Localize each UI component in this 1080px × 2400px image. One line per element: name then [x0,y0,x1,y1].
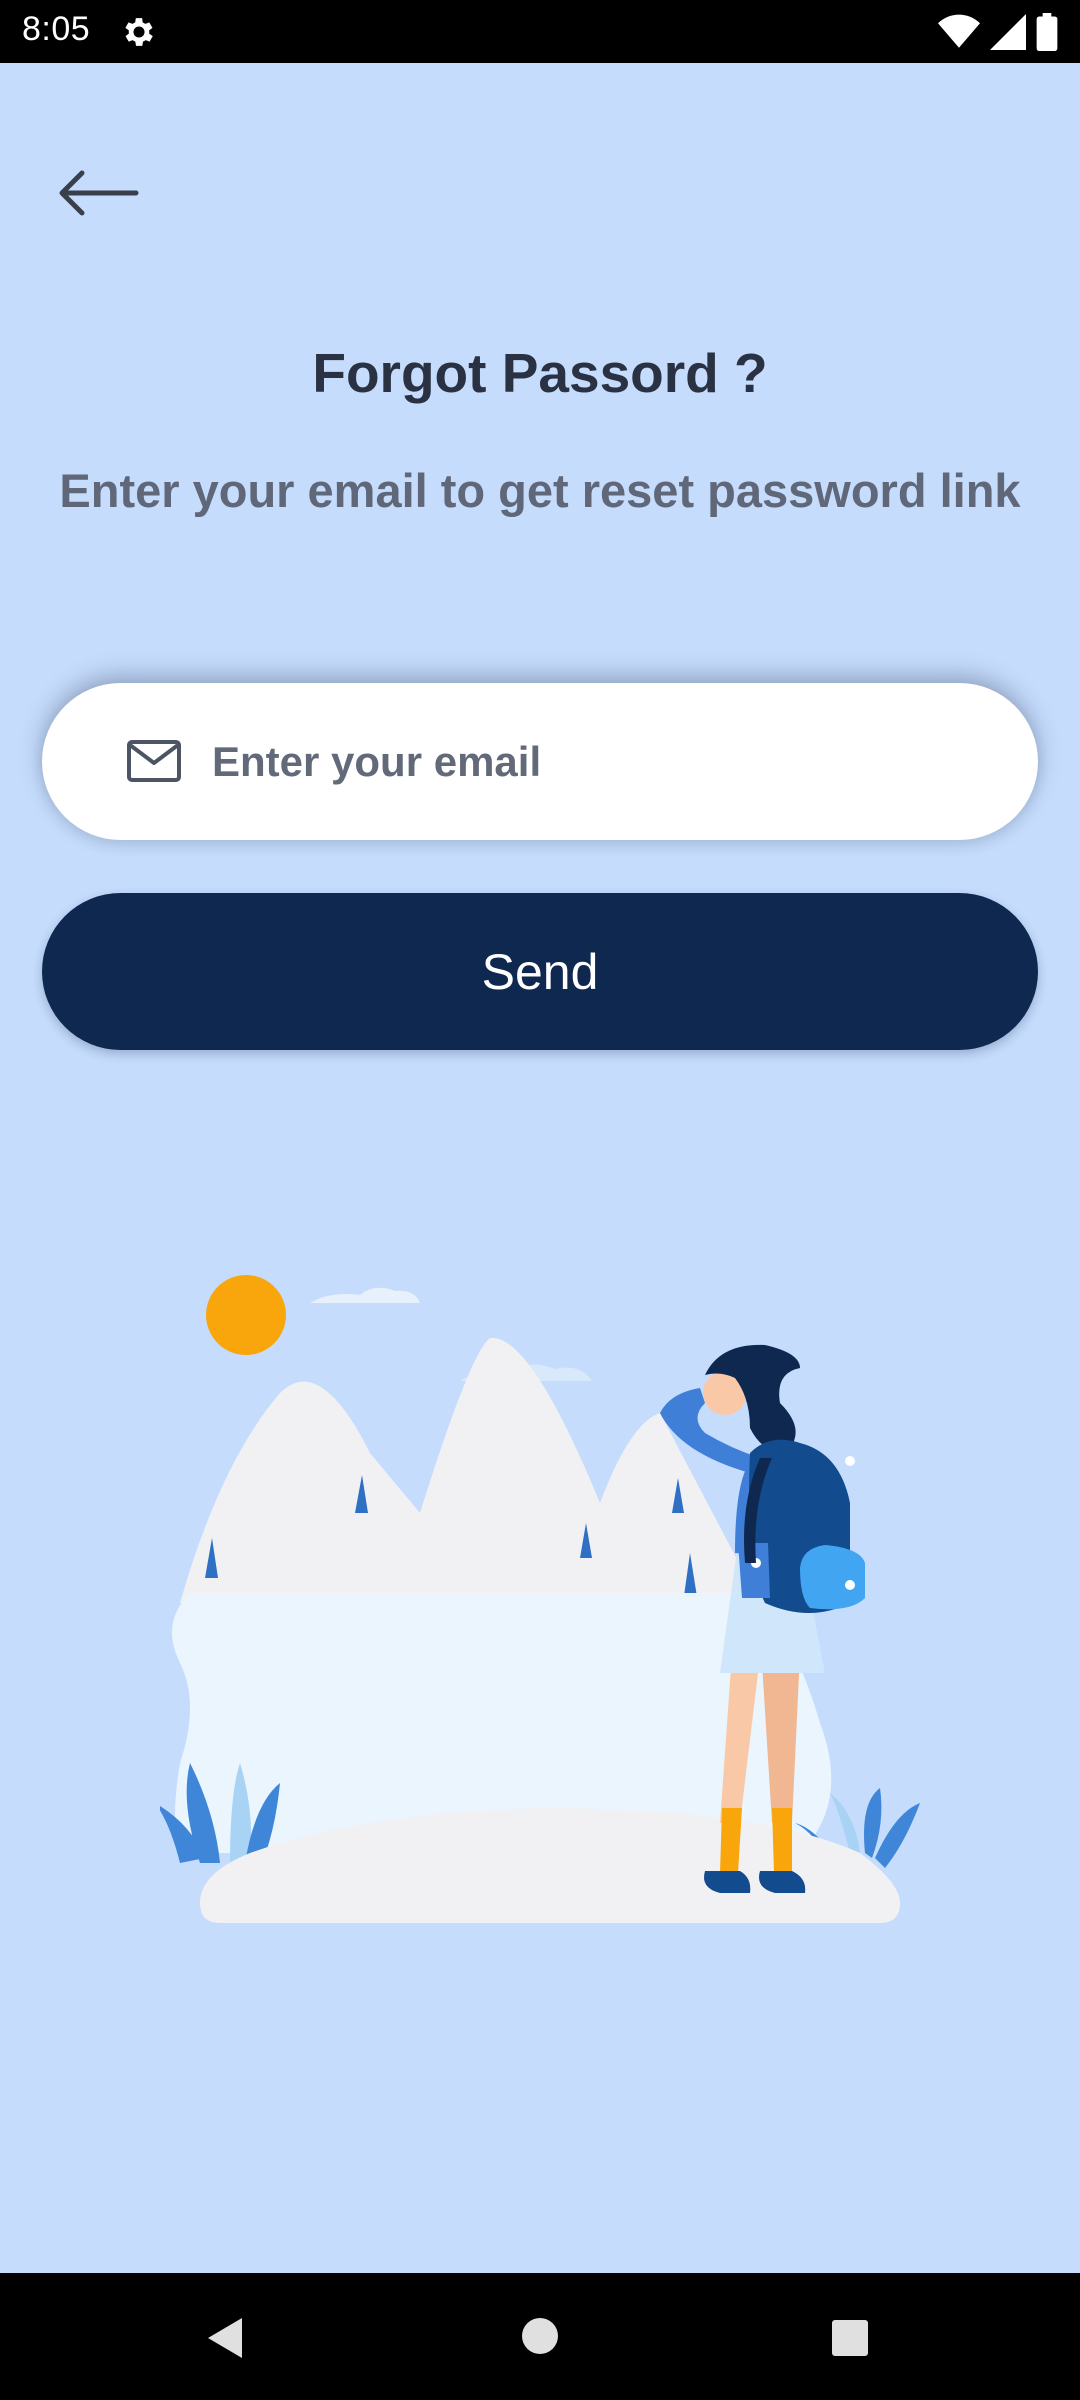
hiker-landscape-illustration [160,1275,920,1923]
wifi-icon [938,14,980,48]
status-bar: 8:05 [0,0,1080,63]
mail-icon [127,740,181,782]
back-triangle-icon[interactable] [200,2313,250,2363]
recents-square-icon[interactable] [830,2318,870,2358]
email-field[interactable] [42,683,1038,840]
status-icons [938,12,1058,52]
battery-icon [1036,13,1058,51]
back-button[interactable] [52,163,162,233]
send-button[interactable]: Send [42,893,1038,1050]
system-navigation-bar [0,2273,1080,2400]
home-circle-icon[interactable] [520,2316,560,2356]
page-title: Forgot Passord ? [312,342,768,404]
email-input[interactable] [210,721,994,803]
forgot-password-screen: Forgot Passord ? Enter your email to get… [0,63,1080,2273]
mountain-illustration [180,1337,760,1603]
sun-illustration [206,1275,286,1355]
signal-icon [990,14,1026,50]
gear-icon [125,18,153,46]
arrow-left-icon [59,170,139,216]
cloud-illustration [310,1287,420,1303]
page-subtitle: Enter your email to get reset password l… [59,464,1021,517]
status-time: 8:05 [22,10,91,48]
